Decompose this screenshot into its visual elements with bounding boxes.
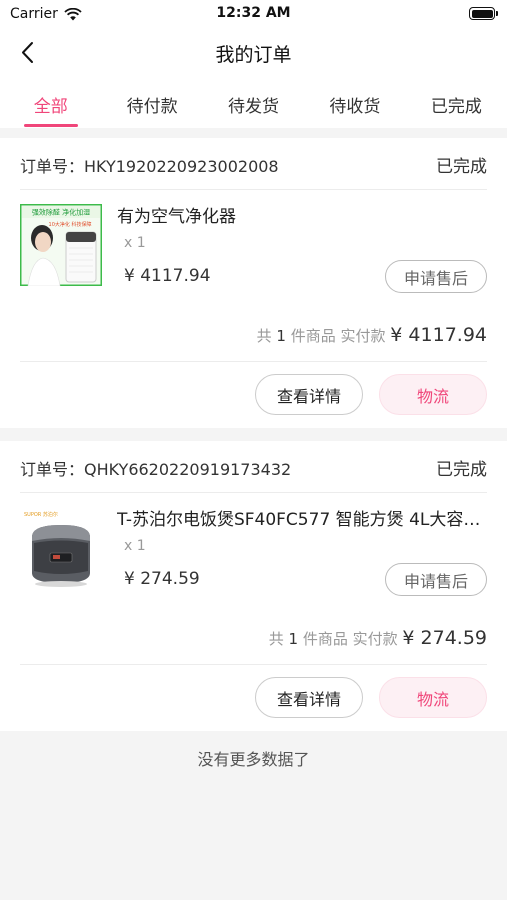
order-header: 订单号：QHKY6620220919173432 已完成: [20, 441, 487, 493]
summary-count: 1: [288, 630, 299, 648]
order-summary: 共 1 件商品 实付款 ¥ 274.59: [269, 627, 487, 649]
thumb-caption-2: 10大净化 科技保障: [49, 221, 92, 228]
order-product[interactable]: 强效除醛 净化加湿 10大净化 科技保障 有为空气净化器 x 1 ¥ 4117.…: [20, 190, 487, 362]
order-number: 订单号：HKY1920220923002008: [20, 157, 279, 176]
view-details-button[interactable]: 查看详情: [255, 677, 363, 718]
tab-pending-shipment[interactable]: 待发货: [203, 78, 304, 128]
thumb-brand: SUPOR 苏泊尔: [24, 511, 58, 518]
order-header: 订单号：HKY1920220923002008 已完成: [20, 138, 487, 190]
order-summary: 共 1 件商品 实付款 ¥ 4117.94: [257, 324, 487, 346]
top-bar: Carrier 12:32 AM 我的订单 全部 待付款 待发货 待收货 已完成: [0, 0, 507, 128]
product-name: 有为空气净化器: [117, 207, 236, 227]
product-thumbnail: 强效除醛 净化加湿 10大净化 科技保障: [20, 204, 102, 286]
summary-total: ¥ 274.59: [402, 627, 487, 649]
tab-pending-receipt[interactable]: 待收货: [304, 78, 405, 128]
status-bar: Carrier 12:32 AM: [0, 0, 507, 28]
product-thumbnail: SUPOR 苏泊尔: [20, 507, 102, 589]
order-status: 已完成: [436, 460, 487, 480]
summary-label: 件商品 实付款: [302, 630, 398, 648]
summary-count: 1: [276, 327, 286, 345]
status-time: 12:32 AM: [216, 5, 291, 21]
rice-cooker-image: SUPOR 苏泊尔: [20, 507, 102, 589]
tab-completed[interactable]: 已完成: [406, 78, 507, 128]
battery-icon: [469, 7, 498, 20]
summary-total: ¥ 4117.94: [390, 324, 487, 346]
order-actions: 查看详情 物流: [20, 665, 487, 731]
order-product[interactable]: SUPOR 苏泊尔 T-苏泊尔电饭煲SF40FC577 智能方煲 4L大容量 家…: [20, 493, 487, 665]
product-name: T-苏泊尔电饭煲SF40FC577 智能方煲 4L大容量 家用多功能: [117, 510, 487, 530]
after-sale-button[interactable]: 申请售后: [385, 260, 487, 293]
view-details-button[interactable]: 查看详情: [255, 374, 363, 415]
order-status: 已完成: [436, 157, 487, 177]
page-title: 我的订单: [215, 44, 292, 66]
after-sale-button[interactable]: 申请售后: [385, 563, 487, 596]
air-purifier-image: 强效除醛 净化加湿 10大净化 科技保障: [20, 204, 102, 286]
order-tabs: 全部 待付款 待发货 待收货 已完成: [0, 78, 507, 128]
tab-pending-payment[interactable]: 待付款: [101, 78, 202, 128]
summary-prefix: 共: [256, 327, 272, 345]
summary-label: 件商品 实付款: [290, 327, 386, 345]
thumb-caption: 强效除醛 净化加湿: [32, 208, 90, 217]
logistics-button[interactable]: 物流: [379, 677, 487, 718]
order-card: 订单号：QHKY6620220919173432 已完成 SUPOR 苏泊尔 T…: [0, 441, 507, 731]
order-number: 订单号：QHKY6620220919173432: [20, 460, 292, 479]
product-quantity: x 1: [124, 538, 146, 554]
logistics-button[interactable]: 物流: [379, 374, 487, 415]
product-price: ¥ 274.59: [124, 569, 200, 589]
order-card: 订单号：HKY1920220923002008 已完成 强效除醛 净化加湿 10…: [0, 138, 507, 428]
tab-all[interactable]: 全部: [0, 78, 101, 128]
order-actions: 查看详情 物流: [20, 362, 487, 428]
navigation-bar: 我的订单: [0, 28, 507, 78]
summary-prefix: 共: [268, 630, 284, 648]
product-price: ¥ 4117.94: [124, 266, 211, 286]
no-more-data-text: 没有更多数据了: [197, 750, 310, 769]
product-quantity: x 1: [124, 235, 146, 251]
